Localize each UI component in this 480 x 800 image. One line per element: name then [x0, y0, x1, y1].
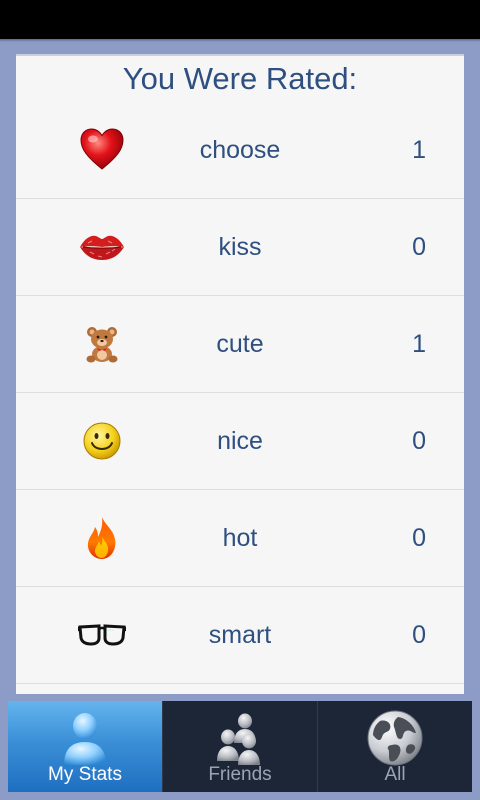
status-bar-edge	[0, 39, 480, 42]
rating-row-hot[interactable]: hot 0	[16, 490, 464, 587]
rating-count: 1	[412, 135, 426, 164]
heart-icon	[74, 122, 130, 178]
rating-row-nice[interactable]: nice 0	[16, 393, 464, 490]
lips-icon	[74, 219, 130, 275]
rating-row-kiss[interactable]: kiss 0	[16, 199, 464, 296]
rating-count: 0	[412, 426, 426, 455]
tab-bar: My Stats Friends All	[8, 701, 472, 792]
glasses-icon	[74, 607, 130, 663]
fire-icon	[74, 510, 130, 566]
rating-label: smart	[208, 620, 272, 649]
tab-all[interactable]: All	[318, 701, 472, 792]
rating-row-cute[interactable]: cute 1	[16, 296, 464, 393]
globe-icon	[364, 709, 426, 767]
rating-count: 0	[412, 523, 426, 552]
teddy-bear-icon	[74, 316, 130, 372]
user-icon	[54, 709, 116, 767]
tab-label: Friends	[208, 764, 272, 785]
tab-friends[interactable]: Friends	[163, 701, 318, 792]
rating-label: choose	[199, 135, 281, 164]
smiley-icon	[74, 413, 130, 469]
rating-count: 0	[412, 232, 426, 261]
page-title: You Were Rated:	[122, 61, 358, 96]
rating-count: 1	[412, 329, 426, 358]
ratings-card: You Were Rated: choose 1 kiss 0 cute 1 n…	[16, 54, 464, 694]
rating-label: kiss	[218, 232, 262, 261]
rating-label: cute	[216, 329, 264, 358]
rating-row-choose[interactable]: choose 1	[16, 102, 464, 199]
friends-icon	[209, 709, 271, 767]
rating-count: 0	[412, 620, 426, 649]
status-bar	[0, 0, 480, 39]
tab-my-stats[interactable]: My Stats	[8, 701, 163, 792]
rating-label: hot	[222, 523, 258, 552]
tab-label: My Stats	[48, 764, 122, 785]
rating-row-smart[interactable]: smart 0	[16, 587, 464, 684]
rating-label: nice	[217, 426, 263, 455]
tab-label: All	[384, 764, 406, 785]
